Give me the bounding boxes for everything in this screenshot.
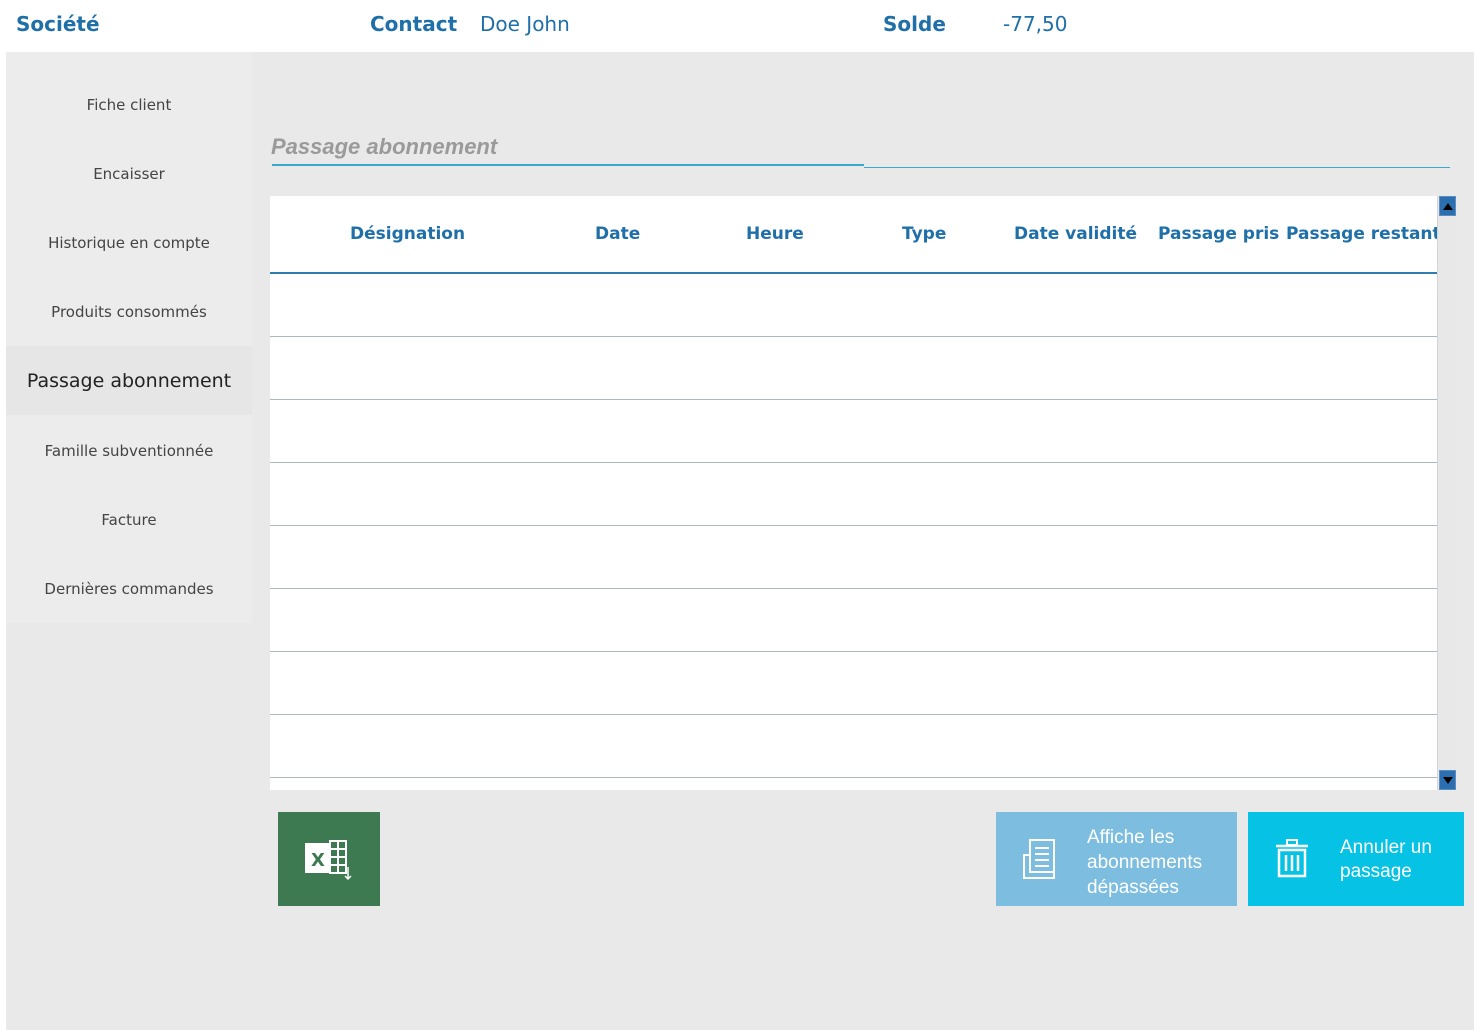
svg-text:X: X — [311, 850, 325, 871]
sidebar-item-famille-subventionnee[interactable]: Famille subventionnée — [6, 416, 252, 485]
sidebar-item-label: Fiche client — [86, 95, 172, 114]
table-row[interactable] — [270, 715, 1437, 778]
table-scrollbar[interactable] — [1437, 196, 1456, 790]
sidebar-item-label: Facture — [101, 510, 157, 529]
section-divider — [864, 167, 1450, 168]
column-header-type[interactable]: Type — [902, 224, 946, 244]
workspace: Fiche client Encaisser Historique en com… — [6, 52, 1474, 1030]
company-label: Société — [16, 12, 100, 36]
sidebar-item-dernieres-commandes[interactable]: Dernières commandes — [6, 554, 252, 623]
sidebar-item-label: Produits consommés — [51, 302, 207, 321]
subscription-table: Désignation Date Heure Type Date validit… — [270, 196, 1456, 790]
column-header-heure[interactable]: Heure — [746, 224, 804, 244]
table-row[interactable] — [270, 337, 1437, 400]
arrow-up-icon — [1442, 202, 1453, 210]
section-underline — [272, 164, 864, 166]
cancel-passage-button[interactable]: Annuler un passage — [1248, 812, 1464, 906]
balance-value: -77,50 — [1003, 12, 1068, 36]
excel-export-icon: X — [305, 840, 352, 881]
table-row[interactable] — [270, 400, 1437, 463]
sidebar-filler — [6, 623, 252, 1030]
sidebar-item-label: Historique en compte — [48, 233, 210, 252]
sidebar-item-label: Famille subventionnée — [44, 441, 214, 460]
table-row[interactable] — [270, 526, 1437, 589]
balance-label: Solde — [883, 12, 946, 36]
contact-name: Doe John — [480, 12, 570, 36]
sidebar-item-label: Dernières commandes — [44, 579, 214, 598]
contact-label: Contact — [370, 12, 458, 36]
sidebar-item-fiche-client[interactable]: Fiche client — [6, 70, 252, 139]
column-header-passage-restant[interactable]: Passage restant — [1286, 224, 1441, 244]
sidebar: Fiche client Encaisser Historique en com… — [6, 52, 252, 1030]
excel-export-button[interactable]: X — [278, 812, 380, 906]
show-overdue-subscriptions-button[interactable]: Affiche les abonnements dépassées — [996, 812, 1237, 906]
top-bar: Société Contact Doe John Solde -77,50 — [0, 0, 1474, 52]
table-row[interactable] — [270, 274, 1437, 337]
table-row[interactable] — [270, 463, 1437, 526]
arrow-down-icon — [1442, 776, 1453, 784]
section-title: Passage abonnement — [271, 134, 498, 159]
sidebar-item-encaisser[interactable]: Encaisser — [6, 139, 252, 208]
sidebar-item-facture[interactable]: Facture — [6, 485, 252, 554]
table-header: Désignation Date Heure Type Date validit… — [270, 196, 1441, 274]
sidebar-item-label: Encaisser — [93, 164, 165, 183]
table-row[interactable] — [270, 652, 1437, 715]
sidebar-item-historique-en-compte[interactable]: Historique en compte — [6, 208, 252, 277]
column-header-date-validite[interactable]: Date validité — [1014, 224, 1137, 244]
table-row[interactable] — [270, 589, 1437, 652]
cancel-passage-label: Annuler un passage — [1340, 837, 1432, 882]
scroll-down-button[interactable] — [1439, 770, 1456, 790]
column-header-passage-pris[interactable]: Passage pris — [1158, 224, 1279, 244]
sidebar-item-label: Passage abonnement — [26, 369, 232, 392]
scroll-up-button[interactable] — [1439, 196, 1456, 216]
document-list-icon — [1023, 839, 1055, 879]
column-header-designation[interactable]: Désignation — [350, 224, 465, 244]
show-overdue-subscriptions-label: Affiche les abonnements dépassées — [1087, 827, 1203, 898]
sidebar-item-produits-consommes[interactable]: Produits consommés — [6, 277, 252, 346]
sidebar-item-passage-abonnement[interactable]: Passage abonnement — [6, 346, 252, 415]
trash-icon — [1276, 839, 1308, 878]
column-header-date[interactable]: Date — [595, 224, 640, 244]
